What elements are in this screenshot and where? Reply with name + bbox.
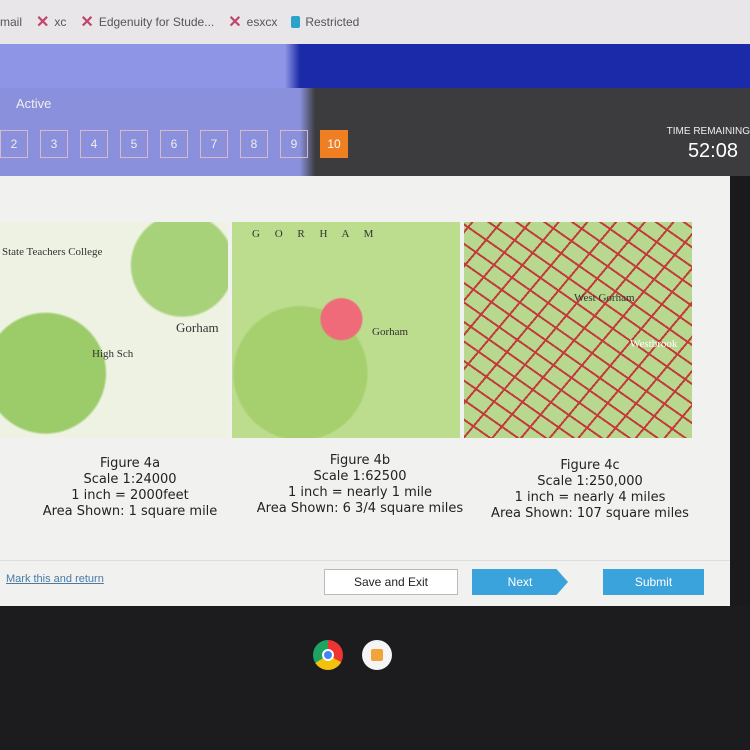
map-label: Westbrook: [630, 338, 678, 350]
taskbar: [0, 606, 750, 750]
bookmark-xc[interactable]: ✕ xc: [36, 12, 66, 32]
caption-title: Figure 4c: [560, 458, 620, 473]
map-label: High Sch: [92, 348, 134, 360]
question-9[interactable]: 9: [280, 130, 308, 158]
x-icon: ✕: [80, 14, 94, 31]
time-remaining-label: TIME REMAINING: [666, 126, 750, 137]
caption-area: Area Shown: 6 3/4 square miles: [256, 501, 464, 516]
bookmark-mail[interactable]: mail: [0, 15, 22, 29]
map-label: Gorham: [176, 320, 219, 335]
caption-4c: Figure 4c Scale 1:250,000 1 inch = nearl…: [480, 458, 700, 522]
caption-area: Area Shown: 1 square mile: [42, 504, 218, 519]
question-nav: Active 2 3 4 5 6 7 8 9 10 TIME REMAINING…: [0, 88, 750, 176]
next-button[interactable]: Next: [472, 569, 568, 595]
question-4[interactable]: 4: [80, 130, 108, 158]
bookmark-esxcx[interactable]: ✕ esxcx: [228, 12, 277, 32]
question-3[interactable]: 3: [40, 130, 68, 158]
submit-button[interactable]: Submit: [603, 569, 704, 595]
caption-area: Area Shown: 107 square miles: [491, 506, 689, 521]
question-content: State Teachers College Gorham High Sch G…: [0, 176, 730, 606]
bookmark-edgenuity[interactable]: ✕ Edgenuity for Stude...: [80, 12, 214, 32]
bookmark-label: esxcx: [246, 15, 278, 29]
question-numbers: 2 3 4 5 6 7 8 9 10: [0, 130, 348, 158]
question-2[interactable]: 2: [0, 130, 28, 158]
save-and-exit-button[interactable]: Save and Exit: [324, 569, 458, 595]
caption-4a: Figure 4a Scale 1:24000 1 inch = 2000fee…: [20, 456, 240, 522]
caption-scale: Scale 1:250,000: [537, 474, 643, 489]
bookmark-restricted[interactable]: Restricted: [291, 15, 359, 29]
map-figures: State Teachers College Gorham High Sch G…: [0, 222, 692, 438]
map-label: G O R H A M: [252, 228, 380, 240]
caption-ratio: 1 inch = nearly 4 miles: [514, 490, 666, 505]
map-label: West Gorham: [574, 292, 635, 304]
caption-ratio: 1 inch = 2000feet: [71, 488, 189, 503]
app-header: [0, 44, 750, 88]
question-8[interactable]: 8: [240, 130, 268, 158]
caption-scale: Scale 1:24000: [83, 472, 177, 487]
map-label: State Teachers College: [2, 246, 103, 258]
question-5[interactable]: 5: [120, 130, 148, 158]
caption-4b: Figure 4b Scale 1:62500 1 inch = nearly …: [250, 453, 470, 522]
x-icon: ✕: [228, 14, 242, 31]
app-icon[interactable]: [362, 640, 392, 670]
caption-ratio: 1 inch = nearly 1 mile: [287, 485, 433, 500]
mark-and-return-link[interactable]: Mark this and return: [6, 573, 104, 585]
map-figure-4b: G O R H A M Gorham: [232, 222, 460, 438]
bookmark-label: mail: [0, 15, 23, 29]
question-6[interactable]: 6: [160, 130, 188, 158]
caption-scale: Scale 1:62500: [313, 469, 407, 484]
x-icon: ✕: [36, 14, 50, 31]
figure-captions: Figure 4a Scale 1:24000 1 inch = 2000fee…: [20, 453, 700, 522]
bookmark-label: Restricted: [305, 15, 360, 29]
map-label: Gorham: [372, 326, 409, 338]
map-figure-4a: State Teachers College Gorham High Sch: [0, 222, 228, 438]
chrome-icon[interactable]: [313, 640, 343, 670]
caption-title: Figure 4b: [329, 453, 391, 468]
question-10-current[interactable]: 10: [320, 130, 348, 158]
timer: 52:08: [687, 140, 738, 162]
footer-actions: Mark this and return Save and Exit Next …: [0, 560, 730, 606]
map-figure-4c: West Gorham Westbrook: [464, 222, 692, 438]
question-7[interactable]: 7: [200, 130, 228, 158]
bookmark-label: Edgenuity for Stude...: [98, 15, 215, 29]
lock-icon: [291, 16, 301, 28]
caption-title: Figure 4a: [99, 456, 161, 471]
bookmark-label: xc: [54, 15, 67, 29]
bookmarks-bar: mail ✕ xc ✕ Edgenuity for Stude... ✕ esxcx …: [0, 0, 750, 44]
status-label: Active: [16, 96, 52, 111]
